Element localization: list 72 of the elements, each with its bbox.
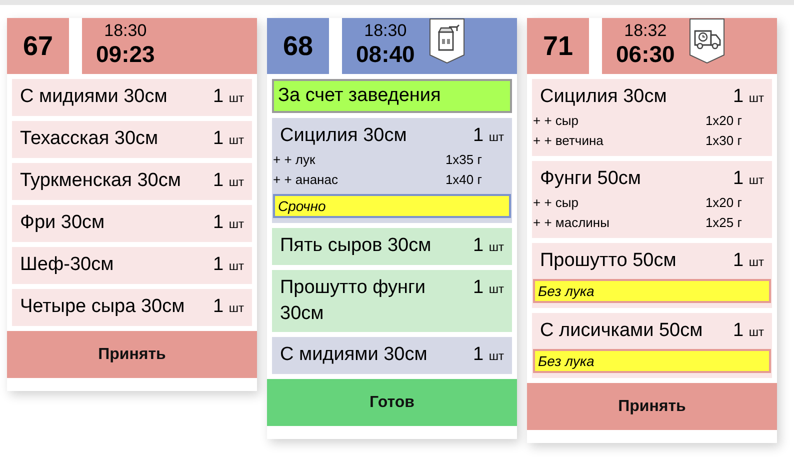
order-item[interactable]: Прошутто 50см 1 шт Без лука	[532, 243, 772, 308]
takeaway-bag-icon	[428, 18, 465, 64]
modifier-name: + + сыр	[533, 194, 578, 212]
action-button[interactable]: Принять	[7, 331, 257, 378]
order-item[interactable]: С мидиями 30см 1 шт	[272, 337, 512, 374]
item-quantity: 1 шт	[733, 249, 765, 273]
item-name: Четыре сыра 30см	[19, 295, 185, 319]
item-name: Туркменская 30см	[19, 169, 181, 193]
item-quantity: 1 шт	[213, 211, 245, 235]
item-name: Прошутто 50см	[539, 249, 676, 273]
modifier-amount: 1x20 г	[705, 194, 742, 212]
order-item[interactable]: Шеф-30см 1 шт	[12, 247, 252, 284]
order-item[interactable]: Сицилия 30см 1 шт + + сыр 1x20 г + + ветчина 1x30 г	[532, 79, 772, 156]
modifier-name: + + ананас	[273, 171, 338, 189]
order-number: 67	[7, 18, 69, 74]
item-name: Сицилия 30см	[279, 124, 407, 148]
item-name: С мидиями 30см	[19, 85, 168, 109]
item-quantity: 1 шт	[473, 234, 505, 258]
action-button[interactable]: Готов	[267, 379, 517, 426]
item-name: Пять сыров 30см	[279, 234, 432, 258]
order-item[interactable]: Четыре сыра 30см 1 шт	[12, 289, 252, 326]
item-quantity: 1 шт	[473, 276, 505, 300]
order-time: 18:30	[104, 21, 147, 41]
modifier-amount: 1x20 г	[705, 112, 742, 130]
item-quantity: 1 шт	[733, 85, 765, 109]
item-quantity: 1 шт	[213, 127, 245, 151]
item-quantity: 1 шт	[733, 319, 765, 343]
modifier-amount: 1x35 г	[445, 151, 482, 169]
order-item[interactable]: Техасская 30см 1 шт	[12, 121, 252, 158]
order-number: 71	[527, 18, 589, 74]
modifier-amount: 1x40 г	[445, 171, 482, 189]
item-quantity: 1 шт	[213, 85, 245, 109]
order-time: 18:32	[624, 21, 667, 41]
order-item[interactable]: С лисичками 50см 1 шт Без лука	[532, 313, 772, 378]
modifier-name: + + сыр	[533, 112, 578, 130]
item-name: Фунги 50см	[539, 167, 641, 191]
order-item[interactable]: Прошутто фунги 30см 1 шт	[272, 270, 512, 332]
elapsed-time: 06:30	[616, 41, 675, 67]
order-number: 68	[267, 18, 329, 74]
modifier-name: + + маслины	[533, 214, 610, 232]
item-name: Техасская 30см	[19, 127, 158, 151]
item-quantity: 1 шт	[213, 169, 245, 193]
item-quantity: 1 шт	[473, 124, 505, 148]
delivery-truck-icon	[688, 18, 725, 64]
order-item[interactable]: Фунги 50см 1 шт + + сыр 1x20 г + + маслины 1x25 г	[532, 161, 772, 238]
item-note: Без лука	[533, 279, 771, 303]
item-name: Шеф-30см	[19, 253, 114, 277]
modifier-name: + + ветчина	[533, 132, 604, 150]
order-item[interactable]: Сицилия 30см 1 шт + + лук 1x35 г + + ананас 1x40 г Срочно	[272, 118, 512, 223]
item-quantity: 1 шт	[733, 167, 765, 191]
elapsed-time: 08:40	[356, 41, 415, 67]
item-name: Фри 30см	[19, 211, 105, 235]
order-item[interactable]: С мидиями 30см 1 шт	[12, 79, 252, 116]
complimentary-banner: За счет заведения	[272, 79, 512, 113]
item-name: С лисичками 50см	[539, 319, 703, 343]
order-item[interactable]: Туркменская 30см 1 шт	[12, 163, 252, 200]
item-quantity: 1 шт	[213, 295, 245, 319]
modifier-amount: 1x25 г	[705, 214, 742, 232]
item-name: Сицилия 30см	[539, 85, 667, 109]
elapsed-time: 09:23	[96, 41, 155, 67]
modifier-name: + + лук	[273, 151, 316, 169]
item-name: Прошутто фунги 30см	[279, 276, 427, 326]
item-quantity: 1 шт	[213, 253, 245, 277]
order-time: 18:30	[364, 21, 407, 41]
item-note: Срочно	[273, 194, 511, 218]
order-item[interactable]: Фри 30см 1 шт	[12, 205, 252, 242]
order-item[interactable]: Пять сыров 30см 1 шт	[272, 228, 512, 265]
item-name: С мидиями 30см	[279, 343, 428, 367]
modifier-amount: 1x30 г	[705, 132, 742, 150]
action-button[interactable]: Принять	[527, 383, 777, 430]
item-quantity: 1 шт	[473, 343, 505, 367]
item-note: Без лука	[533, 349, 771, 373]
